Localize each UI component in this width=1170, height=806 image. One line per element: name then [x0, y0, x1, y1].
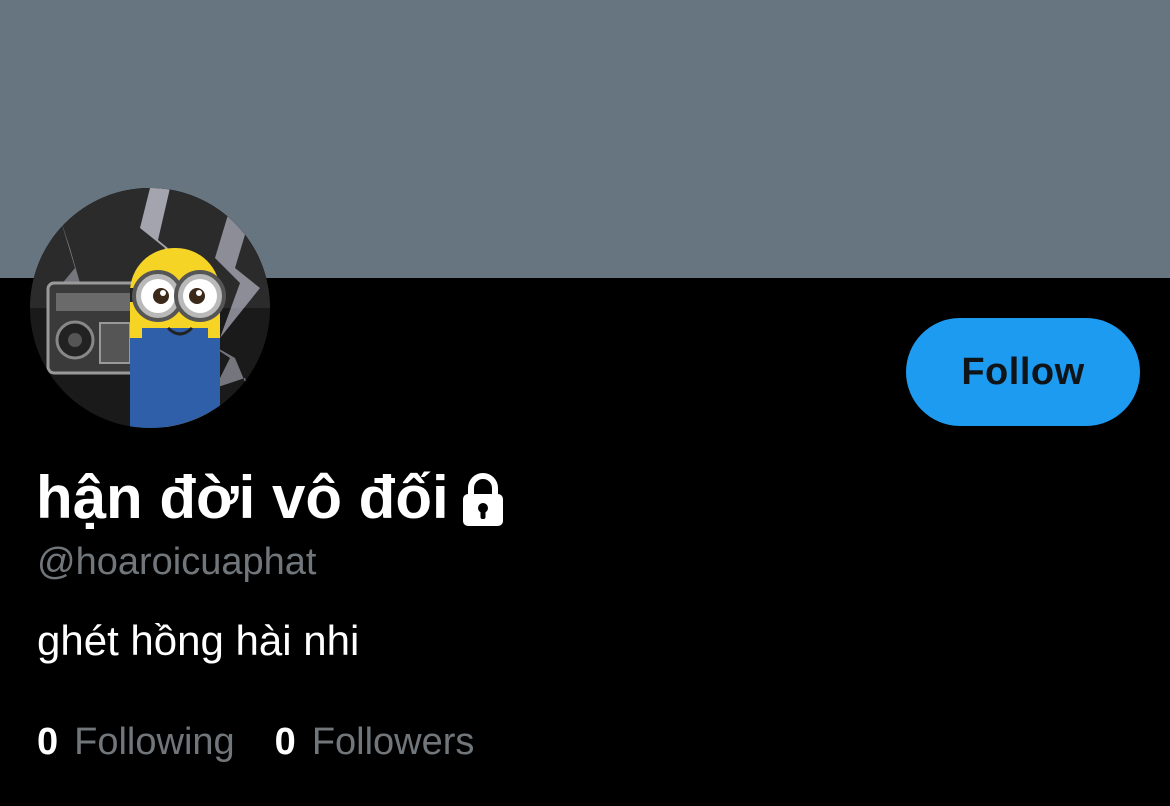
followers-label: Followers — [311, 721, 475, 763]
profile-bio: ghét hồng hài nhi — [37, 617, 360, 664]
following-count: 0 — [37, 721, 59, 763]
lock-icon — [459, 472, 507, 528]
profile-stats: 0 Following 0 Followers — [37, 718, 514, 768]
following-label: Following — [74, 721, 235, 763]
following-stat[interactable]: 0 Following — [37, 718, 235, 766]
display-name: hận đời vô đối — [36, 464, 449, 531]
followers-count: 0 — [274, 721, 296, 763]
profile-avatar[interactable] — [30, 188, 270, 428]
profile-page: Follow hận đời vô đối @hoaroicuaphat ghé… — [0, 0, 1170, 806]
follow-button[interactable]: Follow — [906, 318, 1140, 426]
display-name-row: hận đời vô đối — [36, 462, 507, 534]
followers-stat[interactable]: 0 Followers — [275, 718, 475, 766]
username-handle: @hoaroicuaphat — [37, 541, 317, 583]
